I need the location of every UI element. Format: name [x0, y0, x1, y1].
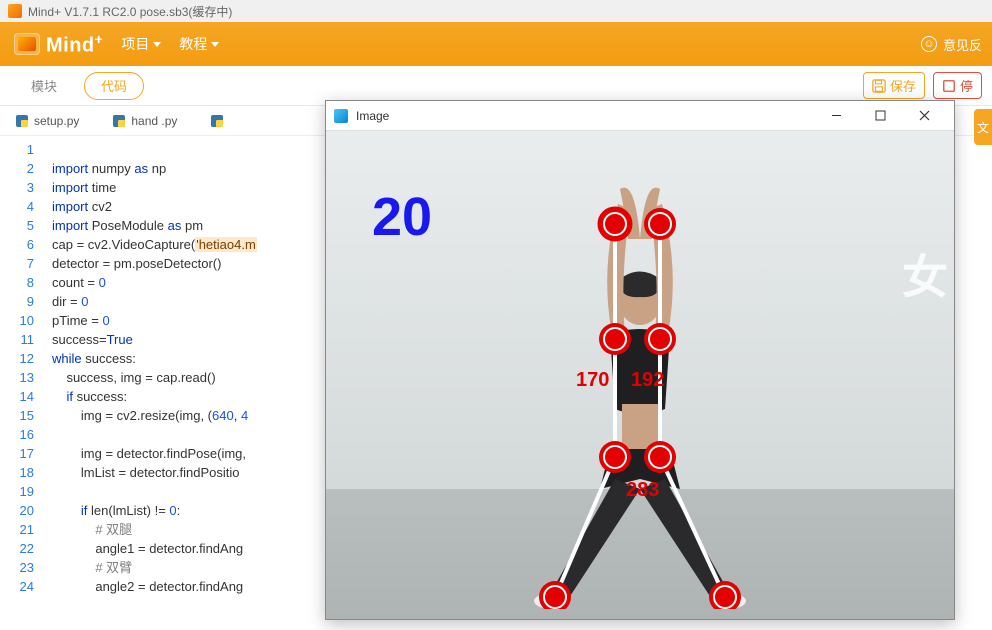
menu-tutorial-label: 教程	[179, 34, 207, 54]
logo-icon	[14, 33, 40, 55]
image-window-title: Image	[356, 109, 389, 123]
file-tab-label: setup.py	[34, 114, 79, 128]
stop-button[interactable]: 停	[933, 72, 982, 99]
side-tab-label: 文	[977, 119, 989, 136]
rep-counter: 20	[372, 186, 432, 248]
angle-right-shoulder: 192	[631, 369, 664, 392]
menu-project[interactable]: 项目	[121, 34, 161, 54]
image-window-titlebar[interactable]: Image	[326, 101, 954, 131]
save-button[interactable]: 保存	[863, 72, 925, 99]
person-figure	[480, 179, 800, 609]
angle-left-shoulder: 170	[576, 369, 609, 392]
save-icon	[872, 79, 886, 93]
tab-code[interactable]: 代码	[84, 72, 144, 100]
file-tab[interactable]: setup.py	[8, 110, 97, 132]
close-icon	[919, 110, 930, 121]
maximize-icon	[875, 110, 886, 121]
window-controls	[814, 102, 946, 130]
chevron-down-icon	[153, 42, 161, 47]
close-button[interactable]	[902, 102, 946, 130]
app-icon	[8, 4, 22, 18]
chevron-down-icon	[211, 42, 219, 47]
save-button-label: 保存	[890, 76, 916, 95]
os-titlebar: Mind+ V1.7.1 RC2.0 pose.sb3(缓存中)	[0, 0, 992, 22]
logo-text: Mind+	[46, 31, 103, 58]
watermark-text: 女	[902, 241, 948, 307]
image-window-icon	[334, 109, 348, 123]
tab-module-label: 模块	[31, 76, 57, 95]
top-ribbon: Mind+ 项目 教程 ☺ 意见反	[0, 22, 992, 66]
tab-module[interactable]: 模块	[14, 72, 74, 100]
ribbon-right: ☺ 意见反	[921, 35, 982, 54]
angle-hip: 283	[626, 479, 659, 502]
file-tab[interactable]	[203, 111, 227, 131]
logo[interactable]: Mind+	[14, 31, 103, 58]
maximize-button[interactable]	[858, 102, 902, 130]
menu-project-label: 项目	[121, 34, 149, 54]
image-window[interactable]: Image 女	[325, 100, 955, 620]
menu-tutorial[interactable]: 教程	[179, 34, 219, 54]
line-gutter: 123456789101112131415161718192021222324	[0, 136, 48, 630]
file-tab-label: hand .py	[131, 114, 177, 128]
python-icon	[16, 115, 28, 127]
python-icon	[211, 115, 223, 127]
image-canvas: 女	[326, 131, 954, 619]
window-title: Mind+ V1.7.1 RC2.0 pose.sb3(缓存中)	[28, 3, 232, 20]
feedback-link[interactable]: 意见反	[943, 35, 982, 54]
file-tab[interactable]: hand .py	[105, 110, 195, 132]
feedback-icon: ☺	[921, 36, 937, 52]
side-tab[interactable]: 文	[974, 109, 992, 145]
minimize-button[interactable]	[814, 102, 858, 130]
stop-icon	[942, 79, 956, 93]
stop-button-label: 停	[960, 76, 973, 95]
sub-toolbar-right: 保存 停	[863, 72, 982, 99]
tab-code-label: 代码	[101, 76, 127, 95]
minimize-icon	[831, 110, 842, 121]
python-icon	[113, 115, 125, 127]
